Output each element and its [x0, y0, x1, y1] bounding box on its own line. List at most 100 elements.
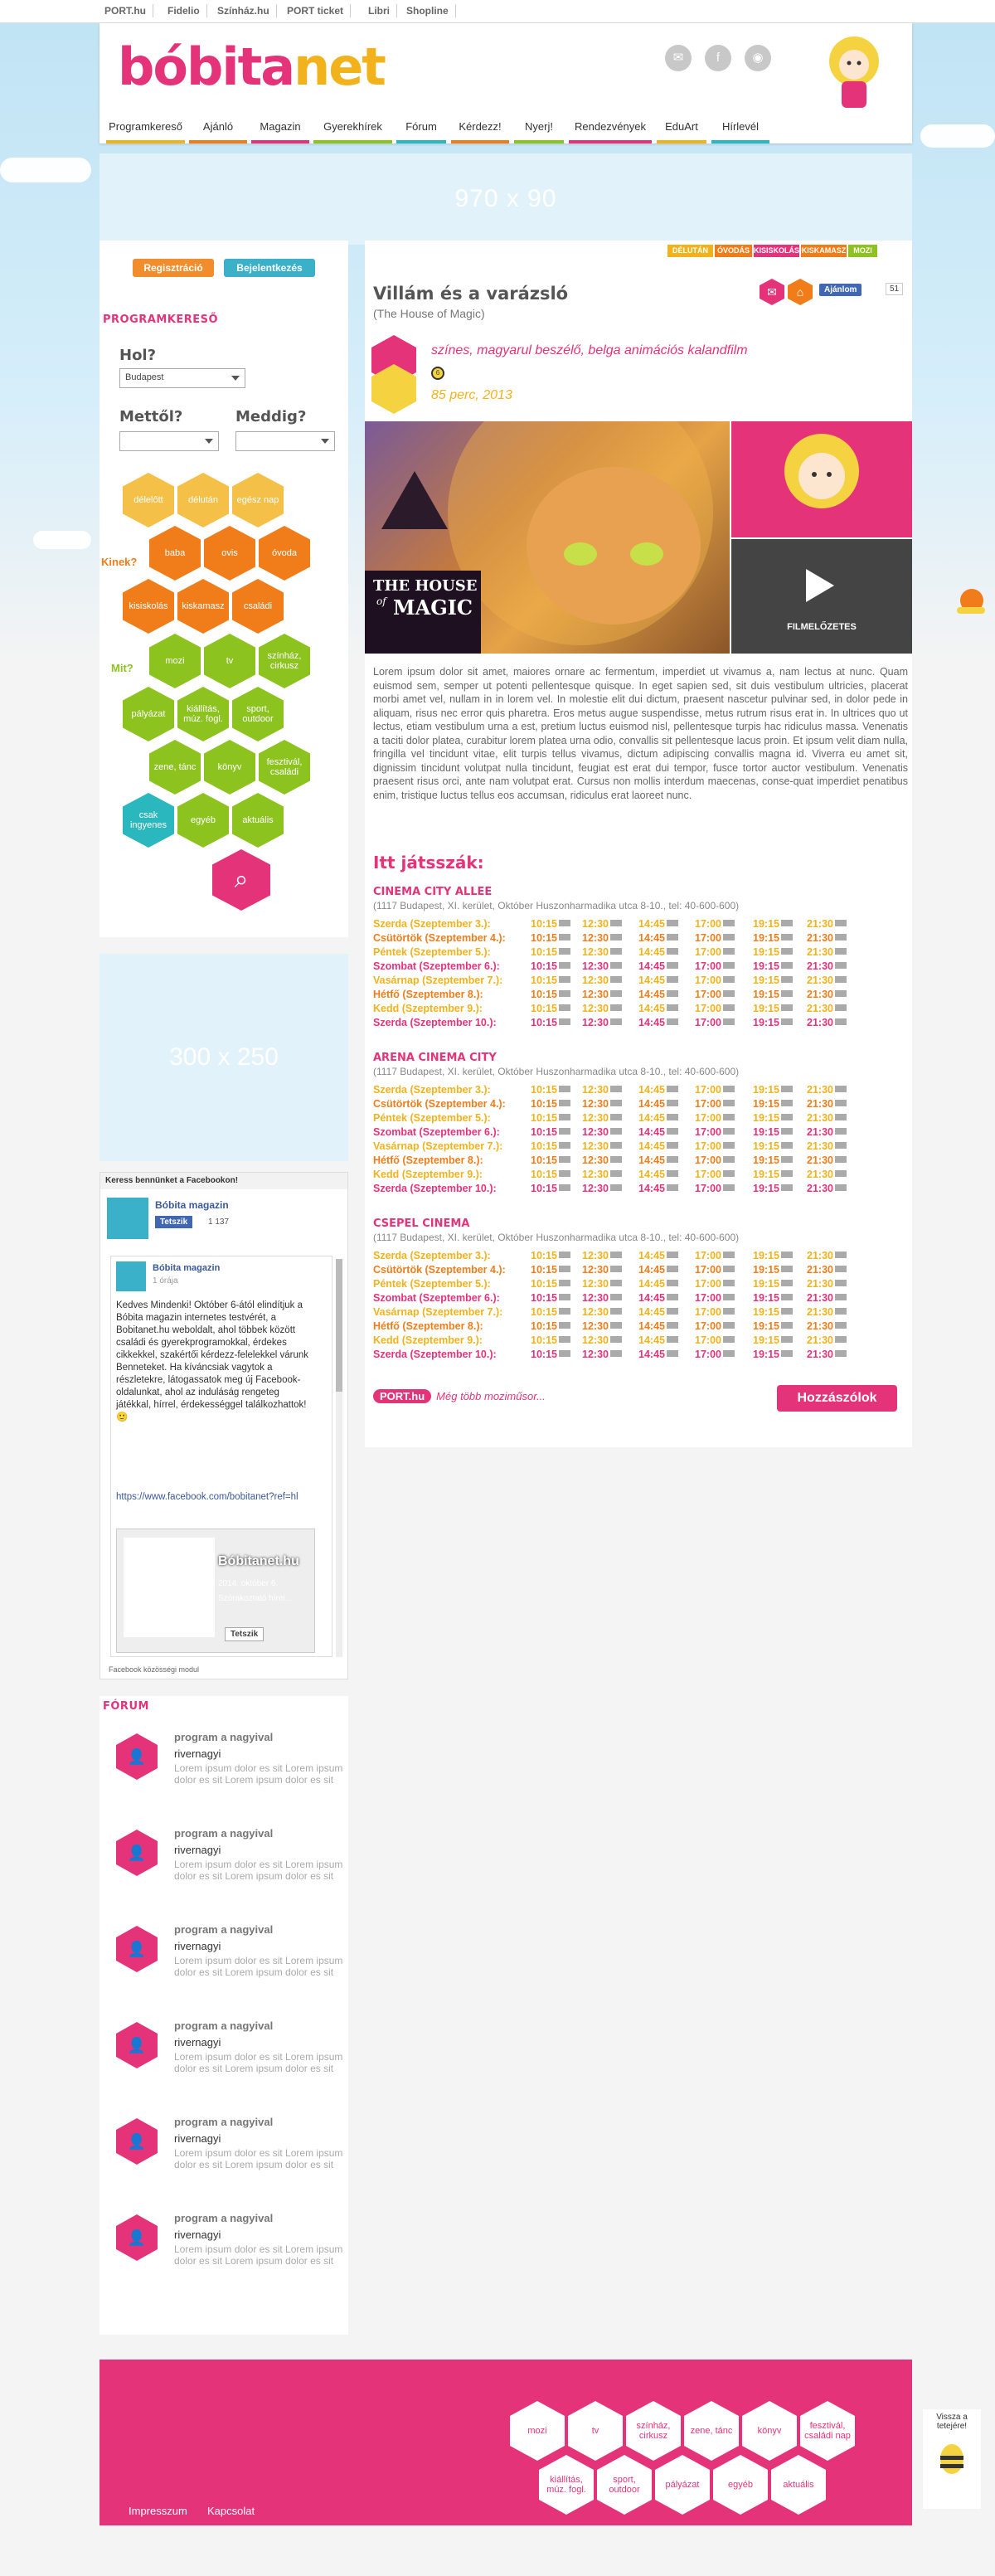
filter-hex-zene[interactable]: zene, tánc [149, 740, 201, 795]
more-showtimes-link[interactable]: PORT.hu Még több moziműsor... [373, 1389, 546, 1403]
showtime[interactable]: 12:30 [582, 1250, 622, 1261]
nav-kerdezz[interactable]: Kérdezz! [451, 114, 509, 143]
showtime[interactable]: 19:15 [753, 989, 793, 1000]
showtime[interactable]: 21:30 [807, 1292, 847, 1304]
facebook-page-name[interactable]: Bóbita magazin [155, 1199, 229, 1211]
topbar-link-portticket[interactable]: PORT ticket [280, 4, 352, 17]
showtime[interactable]: 21:30 [807, 1349, 847, 1360]
showtime[interactable]: 12:30 [582, 1112, 622, 1124]
nav-programkereso[interactable]: Programkereső [106, 114, 185, 143]
showtime[interactable]: 21:30 [807, 1154, 847, 1166]
showtime[interactable]: 19:15 [753, 975, 793, 986]
showtime[interactable]: 12:30 [582, 989, 622, 1000]
movie-poster[interactable]: THE HOUSE of MAGIC [365, 421, 730, 654]
showtime[interactable]: 10:15 [531, 1084, 570, 1096]
showtime[interactable]: 10:15 [531, 1017, 570, 1028]
footer-category-hex[interactable]: egyéb [713, 2455, 768, 2515]
footer-impresszum[interactable]: Impresszum [129, 2505, 187, 2517]
showtime[interactable]: 17:00 [695, 1292, 735, 1304]
tag-kiskamasz[interactable]: KISKAMASZ [801, 245, 847, 257]
showtime[interactable]: 10:15 [531, 918, 570, 930]
topbar-link-libri[interactable]: Libri [362, 4, 397, 17]
comment-button[interactable]: Hozzászólok [777, 1385, 897, 1412]
showtime[interactable]: 17:00 [695, 1154, 735, 1166]
email-icon[interactable]: ✉ [665, 45, 692, 71]
forum-item-user[interactable]: rivernagyi [174, 1747, 221, 1760]
showtime[interactable]: 10:15 [531, 946, 570, 958]
showtime[interactable]: 17:00 [695, 1334, 735, 1346]
forum-item[interactable]: 👤 program a nagyival rivernagyi Lorem ipsum… [116, 1922, 342, 2005]
showtime[interactable]: 17:00 [695, 918, 735, 930]
showtime[interactable]: 12:30 [582, 1334, 622, 1346]
footer-category-hex[interactable]: aktuális [771, 2455, 826, 2515]
showtime[interactable]: 19:15 [753, 1112, 793, 1124]
showtime[interactable]: 21:30 [807, 918, 847, 930]
showtime[interactable]: 19:15 [753, 1154, 793, 1166]
forum-item-title[interactable]: program a nagyival [174, 1923, 273, 1936]
filter-hex-kiallitas[interactable]: kiállítás, múz. fogl. [177, 687, 229, 741]
showtime[interactable]: 21:30 [807, 1126, 847, 1138]
footer-category-hex[interactable]: fesztivál, családi nap [800, 2401, 855, 2461]
post-link[interactable]: https://www.facebook.com/bobitanet?ref=h… [116, 1492, 313, 1502]
forum-item[interactable]: 👤 program a nagyival rivernagyi Lorem ipsum… [116, 2210, 342, 2293]
showtime[interactable]: 10:15 [531, 1349, 570, 1360]
showtime[interactable]: 17:00 [695, 989, 735, 1000]
home-icon[interactable]: ⌂ [788, 279, 813, 305]
showtime[interactable]: 14:45 [638, 1292, 678, 1304]
filter-hex-konyv[interactable]: könyv [204, 740, 255, 795]
showtime[interactable]: 12:30 [582, 1154, 622, 1166]
showtime[interactable]: 19:15 [753, 1320, 793, 1332]
showtime[interactable]: 14:45 [638, 975, 678, 986]
showtime[interactable]: 12:30 [582, 1278, 622, 1290]
to-select[interactable] [235, 431, 335, 451]
topbar-link-port[interactable]: PORT.hu [98, 4, 153, 17]
footer-category-hex[interactable]: zene, tánc [684, 2401, 739, 2461]
showtime[interactable]: 17:00 [695, 1183, 735, 1194]
showtime[interactable]: 17:00 [695, 1112, 735, 1124]
forum-item-user[interactable]: rivernagyi [174, 1940, 221, 1952]
showtime[interactable]: 17:00 [695, 1306, 735, 1318]
facebook-scrollbar[interactable] [336, 1259, 342, 1657]
forum-item[interactable]: 👤 program a nagyival rivernagyi Lorem ipsum… [116, 2114, 342, 2197]
showtime[interactable]: 19:15 [753, 1017, 793, 1028]
showtime[interactable]: 21:30 [807, 1334, 847, 1346]
showtime[interactable]: 17:00 [695, 975, 735, 986]
showtime[interactable]: 14:45 [638, 1334, 678, 1346]
showtime[interactable]: 19:15 [753, 1098, 793, 1110]
tag-kisiskolas[interactable]: KISISKOLÁS [754, 245, 799, 257]
showtime[interactable]: 10:15 [531, 960, 570, 972]
showtime[interactable]: 12:30 [582, 1320, 622, 1332]
filter-hex-sport[interactable]: sport, outdoor [232, 687, 284, 741]
filter-hex-fesztival[interactable]: fesztivál, családi [259, 740, 310, 795]
rss-icon[interactable]: ◉ [745, 45, 771, 71]
showtime[interactable]: 19:15 [753, 1084, 793, 1096]
showtime[interactable]: 21:30 [807, 1183, 847, 1194]
showtime[interactable]: 14:45 [638, 1140, 678, 1152]
back-to-top[interactable]: Vissza a tetejére! [923, 2409, 981, 2509]
footer-category-hex[interactable]: tv [568, 2401, 623, 2461]
nav-ajanlo[interactable]: Ajánló [189, 114, 247, 143]
showtime[interactable]: 14:45 [638, 1084, 678, 1096]
showtime[interactable]: 19:15 [753, 1126, 793, 1138]
showtime[interactable]: 10:15 [531, 975, 570, 986]
filter-hex-palyazat[interactable]: pályázat [123, 687, 174, 741]
filter-hex-ingyenes[interactable]: csak ingyenes [123, 793, 174, 848]
showtime[interactable]: 19:15 [753, 1169, 793, 1180]
footer-category-hex[interactable]: pályázat [655, 2455, 710, 2515]
showtime[interactable]: 14:45 [638, 946, 678, 958]
showtime[interactable]: 10:15 [531, 932, 570, 944]
showtime[interactable]: 12:30 [582, 1140, 622, 1152]
filter-hex-mozi[interactable]: mozi [149, 634, 201, 688]
filter-hex-kiskamasz[interactable]: kiskamasz [177, 579, 229, 634]
showtime[interactable]: 17:00 [695, 1320, 735, 1332]
showtime[interactable]: 21:30 [807, 1306, 847, 1318]
showtime[interactable]: 19:15 [753, 1264, 793, 1276]
showtime[interactable]: 12:30 [582, 918, 622, 930]
facebook-icon[interactable]: f [705, 45, 731, 71]
showtime[interactable]: 19:15 [753, 918, 793, 930]
post-card[interactable]: Bóbitanet.hu 2014. október 6. Szórakozta… [116, 1529, 315, 1653]
nav-gyerekhirek[interactable]: Gyerekhírek [313, 114, 392, 143]
showtime[interactable]: 17:00 [695, 1017, 735, 1028]
showtime[interactable]: 19:15 [753, 1278, 793, 1290]
side-banner-ad[interactable]: 300 x 250 [100, 954, 348, 1161]
